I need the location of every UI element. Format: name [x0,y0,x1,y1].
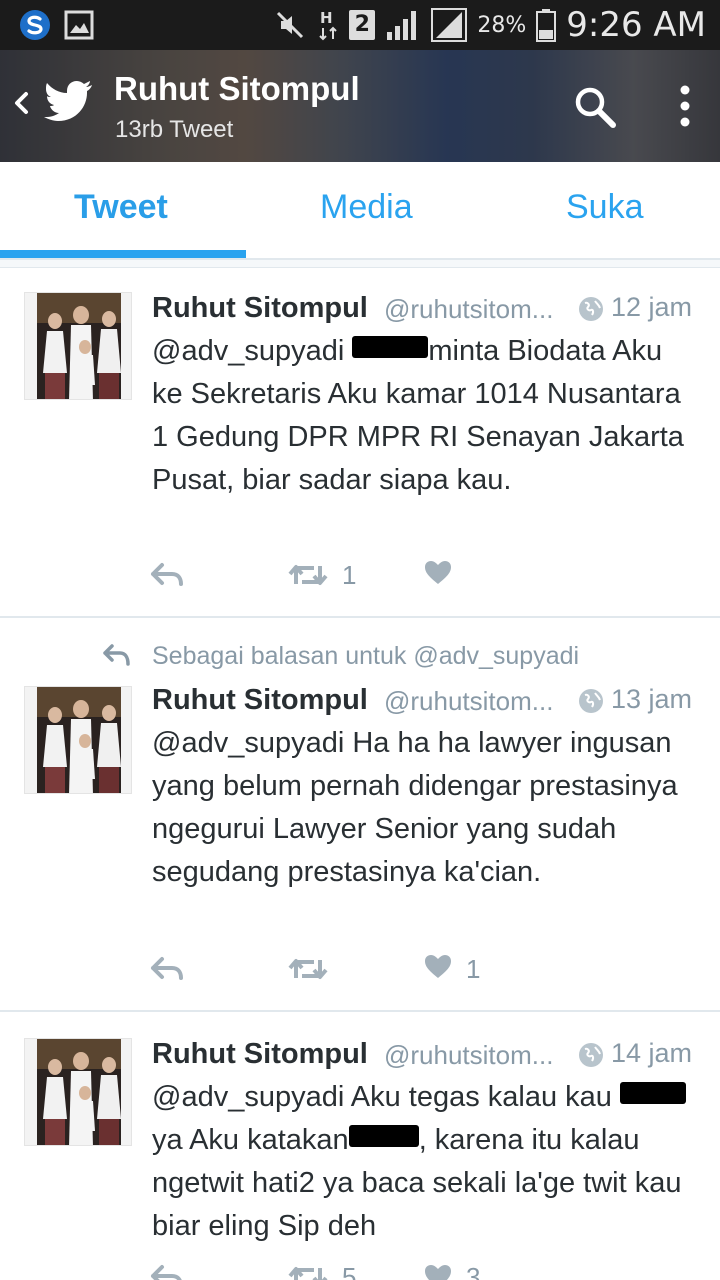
back-chevron-icon[interactable] [10,88,32,118]
retweet-count: 5 [342,1262,357,1280]
mute-icon [277,11,304,39]
divider [0,260,720,268]
status-bar: H 2 28% 9:26 AM [0,0,720,50]
avatar-photo [37,293,121,399]
clock: 9:26 AM [566,5,706,45]
tab-media[interactable]: Media [320,188,413,227]
tab-tweet[interactable]: Tweet [74,188,168,227]
tab-suka[interactable]: Suka [566,188,644,227]
tweet-text: @adv_supyadi Aku tegas kalau kau ya Aku … [152,1076,700,1248]
tweet-text-part: @adv_supyadi Aku tegas kalau kau [152,1081,612,1113]
author-handle[interactable]: @ruhutsitom... [384,686,553,717]
reply-icon[interactable] [150,956,184,982]
globe-icon [579,297,603,321]
author-name[interactable]: Ruhut Sitompul [152,1038,368,1071]
tweet-text-part: ya Aku katakan [152,1124,349,1156]
tweet-text: @adv_supyadi Ha ha ha lawyer ingusan yan… [152,727,678,888]
more-options-icon[interactable] [674,82,696,132]
tweet-item[interactable]: Ruhut Sitompul @ruhutsitom... 12 jam @ad… [0,268,720,618]
network-h-icon: H [319,9,338,41]
redaction-mark [352,336,429,358]
tweet-time: 12 jam [611,292,693,322]
battery-percent: 28% [477,12,527,38]
reply-icon[interactable] [150,562,184,588]
author-handle[interactable]: @ruhutsitom... [384,294,553,325]
like-heart-icon[interactable] [424,560,452,586]
signal-icon-2 [431,8,468,42]
battery-icon [536,9,557,42]
reply-context[interactable]: Sebagai balasan untuk @adv_supyadi [152,642,579,671]
like-count: 3 [466,1262,481,1280]
search-icon[interactable] [572,84,618,130]
active-tab-indicator [0,250,246,258]
gallery-icon [64,10,94,40]
tweet-time: 14 jam [611,1038,693,1068]
reply-context-icon [103,644,130,666]
retweet-count: 1 [342,560,357,590]
page-title: Ruhut Sitompul [114,70,360,107]
author-name[interactable]: Ruhut Sitompul [152,684,368,717]
tweet-text-part: @adv_supyadi [152,335,345,367]
app-s-icon [20,10,50,40]
profile-header: Ruhut Sitompul 13rb Tweet [0,50,720,162]
redaction-mark [619,1082,686,1104]
globe-icon [579,689,603,713]
reply-icon[interactable] [150,1264,184,1280]
like-heart-icon[interactable] [424,1264,452,1280]
tweet-item[interactable]: Sebagai balasan untuk @adv_supyadi Ruhut… [0,620,720,1012]
twitter-bird-icon[interactable] [44,80,94,122]
redaction-mark [348,1125,419,1147]
tweet-item[interactable]: Ruhut Sitompul @ruhutsitom... 14 jam @ad… [0,1014,720,1280]
globe-icon [579,1043,603,1067]
avatar-photo [37,1039,121,1145]
like-heart-icon[interactable] [424,954,452,980]
avatar[interactable] [24,1038,132,1146]
signal-icon [387,11,417,40]
retweet-icon[interactable] [288,562,328,588]
sim-badge: 2 [349,10,376,40]
tweet-time: 13 jam [611,684,693,714]
like-count: 1 [466,954,481,984]
profile-tabs: Tweet Media Suka [0,162,720,260]
retweet-icon[interactable] [288,956,328,982]
author-handle[interactable]: @ruhutsitom... [384,1040,553,1071]
tweet-text: @adv_supyadi minta Biodata Aku ke Sekret… [152,330,700,502]
author-name[interactable]: Ruhut Sitompul [152,292,368,325]
retweet-icon[interactable] [288,1264,328,1280]
avatar-photo [37,687,121,793]
avatar[interactable] [24,686,132,794]
tweet-count: 13rb Tweet [115,116,234,143]
avatar[interactable] [24,292,132,400]
svg-text:H: H [320,9,333,27]
